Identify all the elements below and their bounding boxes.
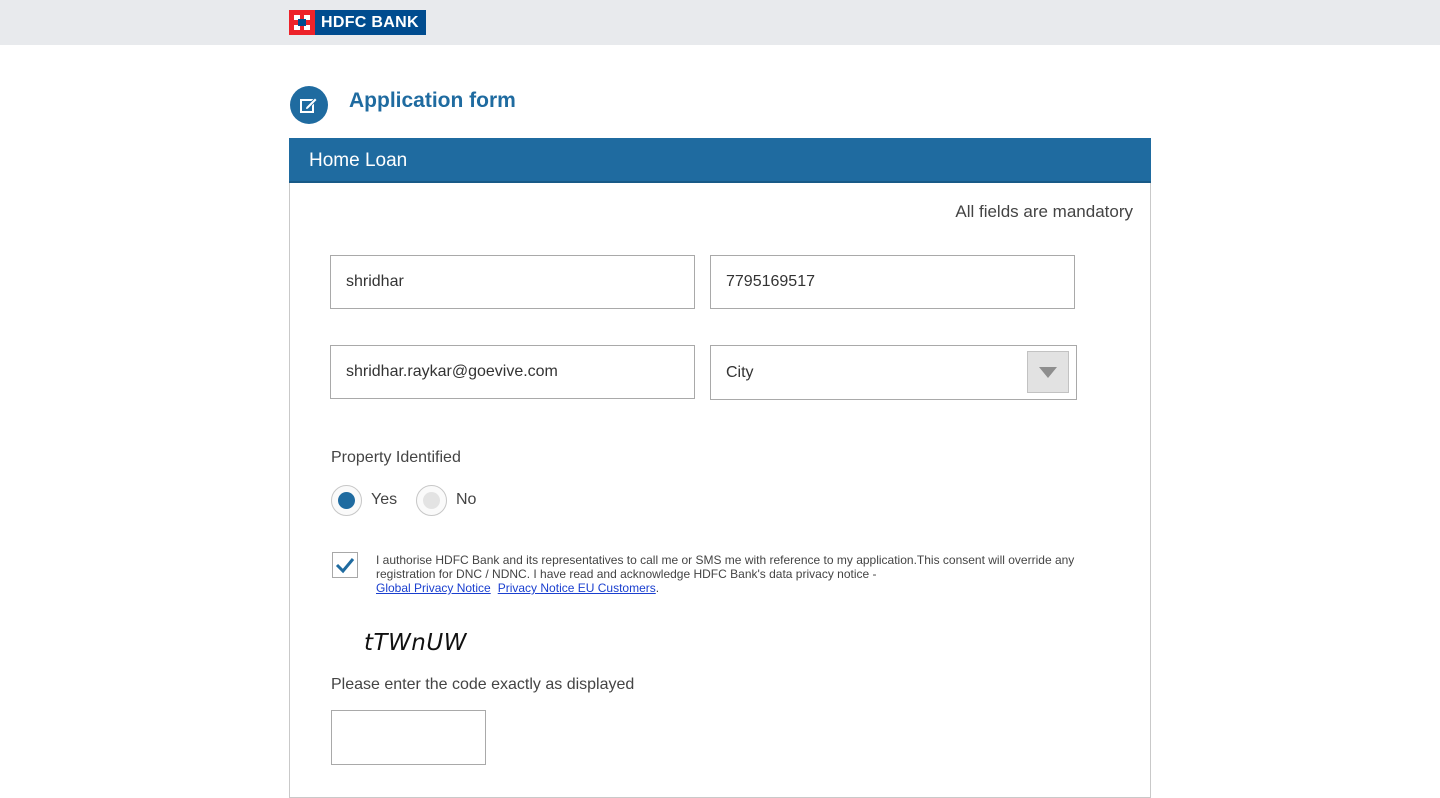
property-yes-label[interactable]: Yes <box>371 491 397 509</box>
property-yes-radio[interactable] <box>331 485 362 516</box>
captcha-field-box <box>331 710 486 765</box>
property-no-radio[interactable] <box>416 485 447 516</box>
consent-checkbox[interactable] <box>332 552 358 578</box>
global-privacy-notice-link[interactable]: Global Privacy Notice <box>376 581 491 595</box>
property-no-label[interactable]: No <box>456 491 476 509</box>
consent-text: I authorise HDFC Bank and its representa… <box>376 553 1075 581</box>
consent-text-block: I authorise HDFC Bank and its representa… <box>376 553 1096 595</box>
email-field-box <box>330 345 695 399</box>
captcha-input[interactable] <box>332 711 485 764</box>
captcha-code: tTWnUW <box>364 630 467 656</box>
privacy-notice-eu-link[interactable]: Privacy Notice EU Customers <box>498 581 656 595</box>
chevron-down-icon[interactable] <box>1027 351 1069 393</box>
city-select-value: City <box>726 364 754 381</box>
check-icon <box>335 558 355 574</box>
captcha-instruction: Please enter the code exactly as display… <box>331 676 635 693</box>
mobile-field[interactable] <box>711 256 1074 308</box>
page-title: Application form <box>349 89 516 112</box>
form-heading: Application form <box>290 86 516 124</box>
consent-end: . <box>655 581 660 595</box>
property-identified-label: Property Identified <box>331 449 461 466</box>
application-panel: Home Loan All fields are mandatory City … <box>289 138 1151 798</box>
city-select[interactable]: City <box>710 345 1077 400</box>
mobile-field-box <box>710 255 1075 309</box>
name-field[interactable] <box>331 256 694 308</box>
edit-form-icon <box>290 86 328 124</box>
section-title: Home Loan <box>289 138 1151 183</box>
mandatory-note: All fields are mandatory <box>955 202 1133 221</box>
top-bar: HDFC BANK <box>0 0 1440 45</box>
hdfc-logo-icon <box>289 10 315 35</box>
name-field-box <box>330 255 695 309</box>
email-field[interactable] <box>331 346 694 398</box>
bank-name: HDFC BANK <box>315 10 426 35</box>
hdfc-logo[interactable]: HDFC BANK <box>289 10 426 35</box>
